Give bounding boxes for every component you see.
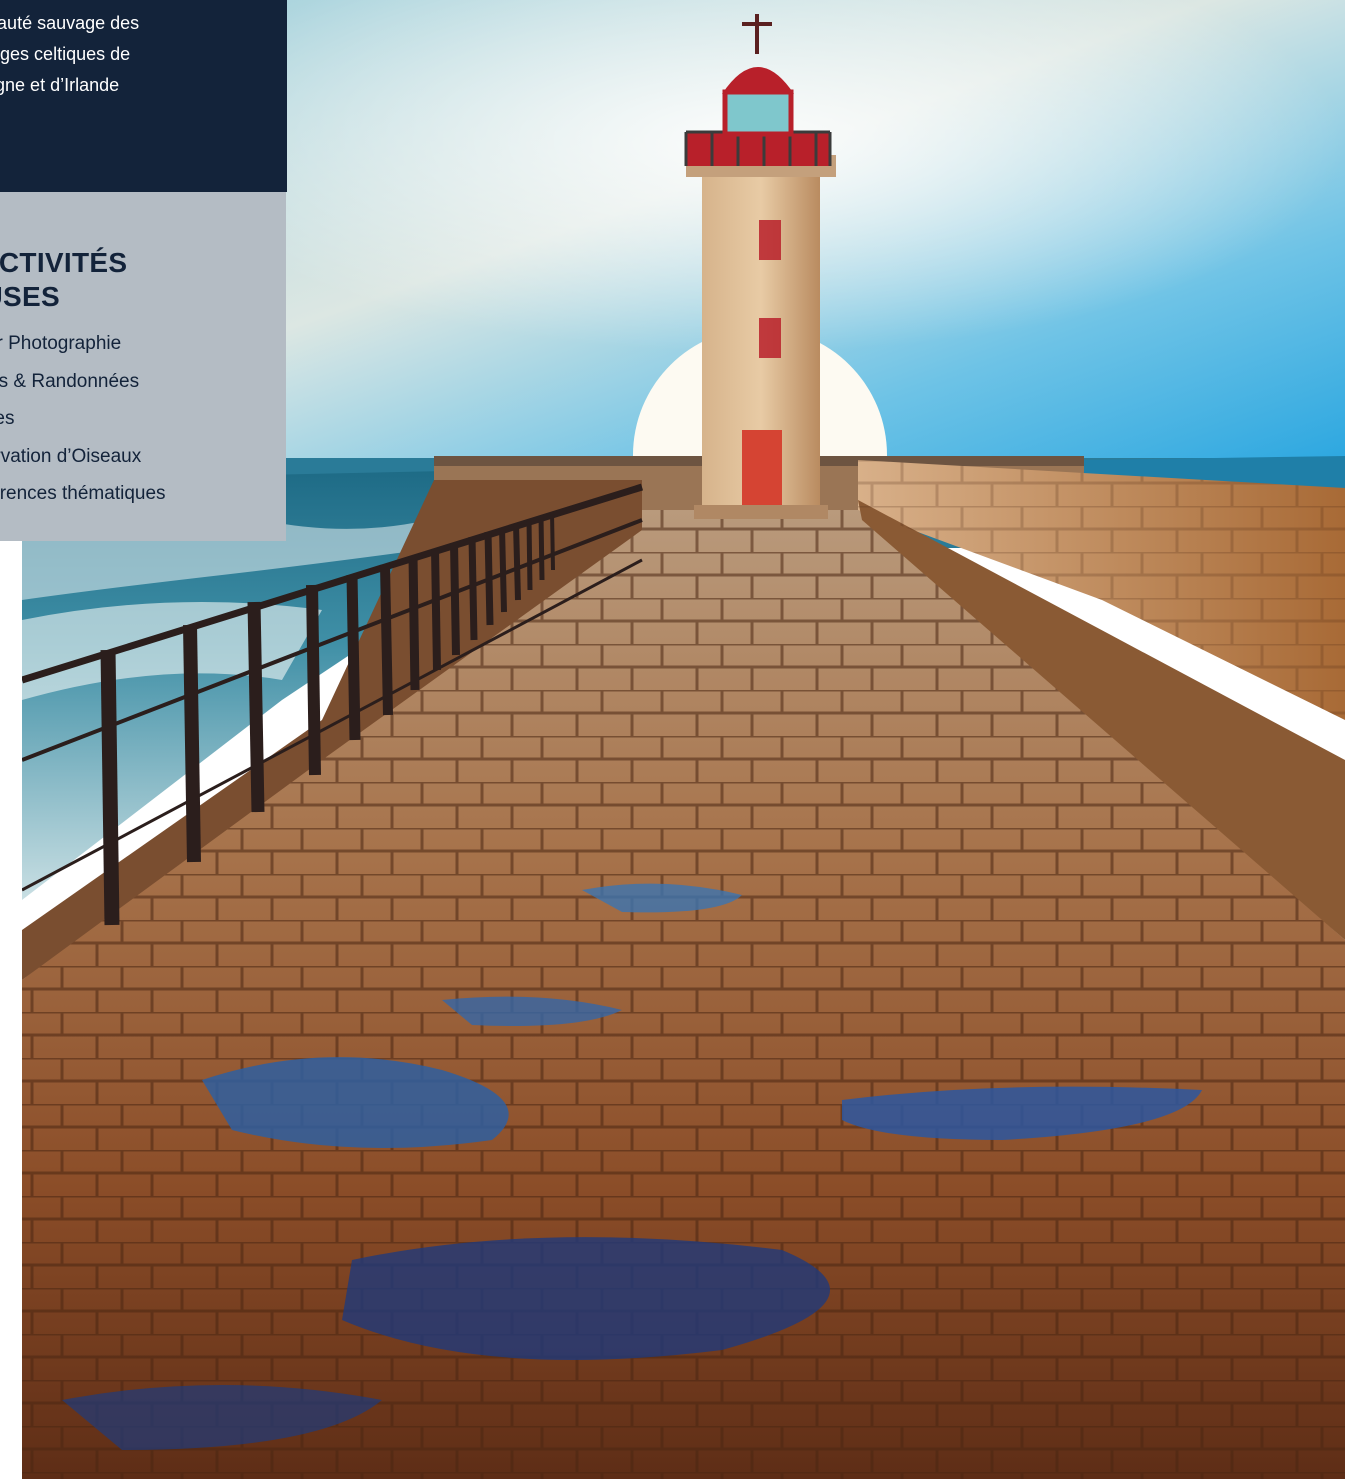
activity-item: Observation d’Oiseaux: [0, 445, 142, 467]
activity-item: Veillées: [0, 408, 15, 429]
activities-list: Atelier Photographie Sorties & Randonnée…: [0, 325, 166, 513]
activities-heading-line: LES ACTIVITÉS: [0, 247, 128, 278]
activity-item: Atelier Photographie: [0, 333, 122, 354]
intro-line: La beauté sauvage des: [0, 13, 140, 33]
activity-item: Conférences thématiques: [0, 483, 166, 504]
activities-panel: LES ACTIVITÉS INCLUSES Atelier Photograp…: [0, 192, 286, 541]
intro-line: Bretagne et d’Irlande: [0, 75, 120, 95]
intro-panel: La beauté sauvage des paysages celtiques…: [0, 0, 287, 192]
activities-heading-line: INCLUSES: [0, 281, 60, 312]
intro-line: paysages celtiques de: [0, 44, 131, 64]
activities-heading: LES ACTIVITÉS INCLUSES: [0, 246, 276, 314]
intro-text: La beauté sauvage des paysages celtiques…: [0, 8, 282, 101]
activity-item: Sorties & Randonnées: [0, 370, 140, 392]
